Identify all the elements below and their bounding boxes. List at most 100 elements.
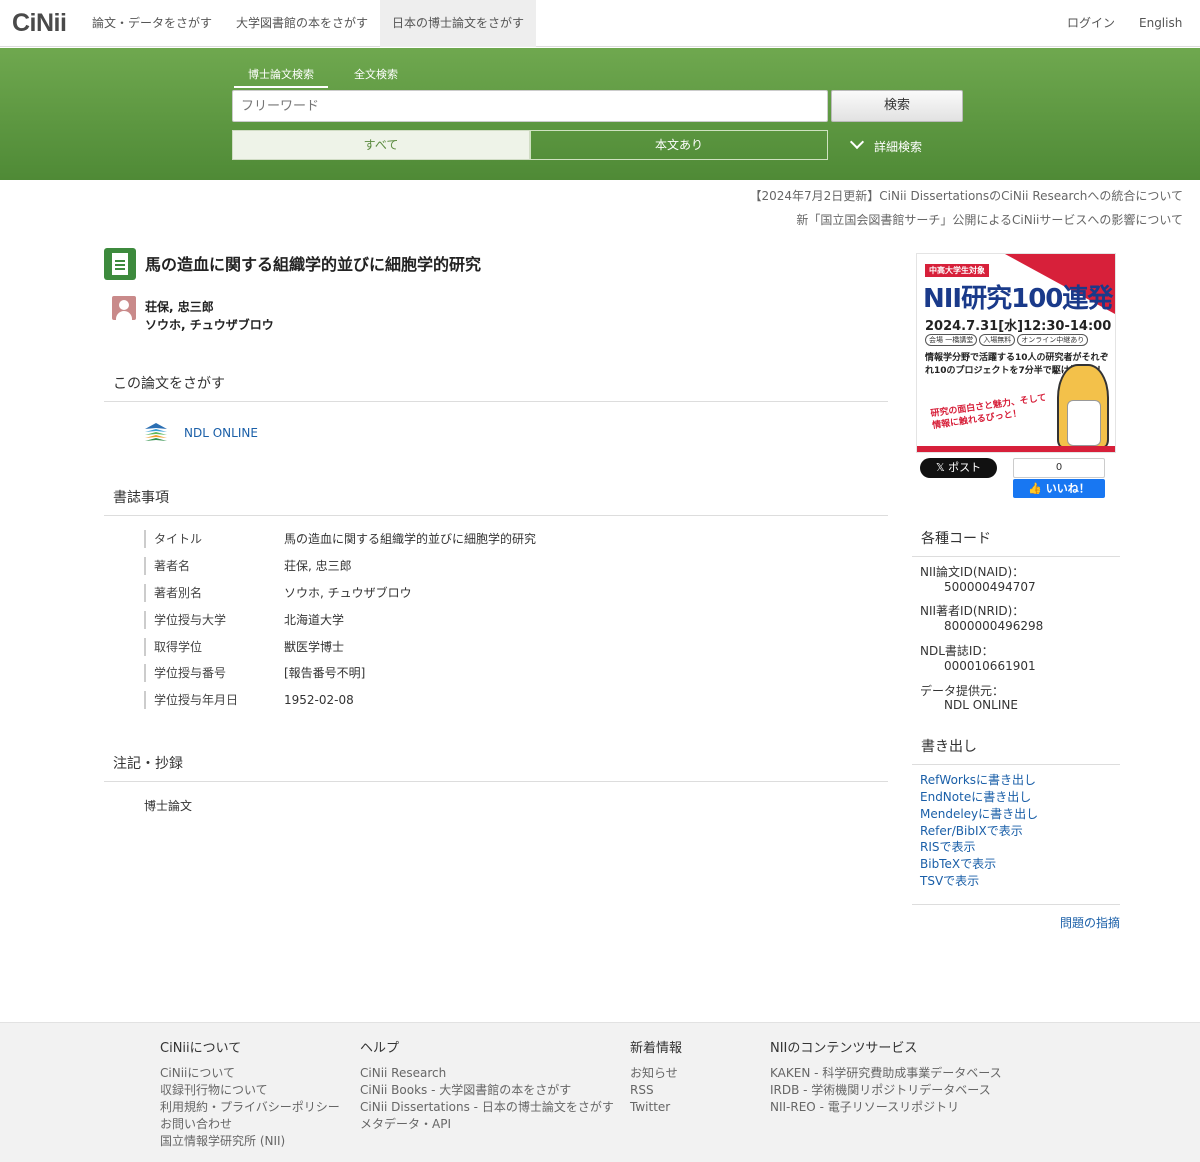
banner-bottom-stripe	[917, 446, 1115, 452]
export-refer-link[interactable]: Refer/BibIXで表示	[920, 822, 1023, 839]
code-value-nrid: 8000000496298	[944, 619, 1044, 633]
like-label: いいね！	[1045, 482, 1090, 495]
x-post-label: ポスト	[948, 461, 982, 474]
tab-articles[interactable]: 論文・データをさがす	[80, 0, 224, 47]
export-tsv-link[interactable]: TSVで表示	[920, 872, 979, 889]
code-label-ndl: NDL書誌ID：	[920, 644, 994, 658]
like-button[interactable]: 👍 いいね！	[1013, 479, 1105, 498]
ndl-logo-icon	[145, 423, 167, 441]
author-avatar-icon	[112, 296, 136, 320]
banner-tag: 中高大学生対象	[925, 264, 989, 277]
author-kana: ソウホ, チュウザブロウ	[145, 318, 274, 332]
biblio-label-title: タイトル	[144, 530, 202, 548]
tab-fulltext-search[interactable]: 全文検索	[354, 66, 398, 82]
footer-link[interactable]: 国立情報学研究所 (NII)	[160, 1133, 340, 1150]
footer-heading: NIIのコンテンツサービス	[770, 1041, 918, 1056]
footer-link[interactable]: お問い合わせ	[160, 1116, 340, 1133]
biblio-value-title: 馬の造血に関する組織学的並びに細胞学的研究	[284, 532, 537, 546]
export-bibtex-link[interactable]: BibTeXで表示	[920, 855, 996, 872]
code-label-source: データ提供元：	[920, 684, 1005, 698]
footer-link[interactable]: お知らせ	[630, 1065, 682, 1082]
footer-column-news: 新着情報 お知らせ RSS Twitter	[630, 1037, 682, 1116]
export-endnote-link[interactable]: EndNoteに書き出し	[920, 788, 1031, 805]
code-value-naid: 500000494707	[944, 580, 1036, 594]
footer-link[interactable]: IRDB - 学術機関リポジトリデータベース	[770, 1082, 1002, 1099]
biblio-label-university: 学位授与大学	[144, 611, 226, 629]
biblio-label-author-alt: 著者別名	[144, 584, 202, 602]
thumbs-up-icon: 👍	[1028, 482, 1042, 495]
code-label-naid: NII論文ID(NAID)：	[920, 565, 1025, 579]
footer-link[interactable]: 利用規約・プライバシーポリシー	[160, 1099, 340, 1116]
tab-dissertation-search[interactable]: 博士論文検索	[234, 66, 328, 88]
notes-text: 博士論文	[144, 799, 193, 813]
footer-link[interactable]: NII-REO - 電子リソースリポジトリ	[770, 1099, 1002, 1116]
search-input[interactable]	[232, 90, 828, 122]
footer-link[interactable]: CiNii Books - 大学図書館の本をさがす	[360, 1082, 614, 1099]
tab-books[interactable]: 大学図書館の本をさがす	[224, 0, 380, 47]
find-section-heading: この論文をさがす	[104, 373, 888, 402]
footer-link[interactable]: メタデータ・API	[360, 1116, 614, 1133]
chevron-down-icon	[849, 134, 865, 150]
advanced-search-label: 詳細検索	[874, 140, 923, 154]
banner-title: NII研究100連発	[923, 284, 1113, 314]
login-link[interactable]: ログイン	[1067, 0, 1115, 47]
notice-link[interactable]: 新「国立国会図書館サーチ」公開によるCiNiiサービスへの影響について	[796, 211, 1183, 228]
footer-link[interactable]: 収録刊行物について	[160, 1082, 340, 1099]
page-title: 馬の造血に関する組織学的並びに細胞学的研究	[145, 255, 482, 274]
author-name[interactable]: 荘保, 忠三郎	[145, 298, 214, 315]
footer-link[interactable]: CiNii Research	[360, 1065, 614, 1082]
report-issue-link[interactable]: 問題の指摘	[1060, 914, 1120, 931]
footer: CiNiiについて CiNiiについて 収録刊行物について 利用規約・プライバシ…	[0, 1022, 1200, 1162]
filter-all[interactable]: すべて	[232, 130, 530, 160]
biblio-value-university: 北海道大学	[284, 613, 345, 627]
banner-pill: 入場無料	[979, 334, 1016, 346]
x-post-button[interactable]: 𝕏 ポスト	[920, 458, 997, 478]
footer-link[interactable]: RSS	[630, 1082, 682, 1099]
language-link[interactable]: English	[1139, 0, 1182, 47]
banner-tagline: 研究の面白さと魅力、そして情報に触れるびっと！	[930, 393, 1048, 432]
biblio-label-date: 学位授与年月日	[144, 691, 238, 709]
code-label-nrid: NII著者ID(NRID)：	[920, 604, 1025, 618]
footer-link[interactable]: Twitter	[630, 1099, 682, 1116]
banner-date: 2024.7.31[水]12:30-14:00	[925, 319, 1112, 334]
advanced-search-toggle[interactable]: 詳細検索	[848, 134, 923, 155]
filter-fulltext[interactable]: 本文あり	[530, 130, 828, 160]
notes-section-heading: 注記・抄録	[104, 753, 888, 782]
biblio-label-degree-number: 学位授与番号	[144, 664, 226, 682]
banner-pill: 会場 一橋講堂	[925, 334, 978, 346]
biblio-value-degree: 獣医学博士	[284, 640, 345, 654]
export-ris-link[interactable]: RISで表示	[920, 838, 976, 855]
footer-column-help: ヘルプ CiNii Research CiNii Books - 大学図書館の本…	[360, 1037, 614, 1133]
banner-pill: オンライン中継あり	[1017, 334, 1089, 346]
footer-link[interactable]: CiNiiについて	[160, 1065, 340, 1082]
event-banner[interactable]: 中高大学生対象 NII研究100連発 2024.7.31[水]12:30-14:…	[916, 253, 1116, 453]
export-refworks-link[interactable]: RefWorksに書き出し	[920, 771, 1036, 788]
like-count: 0	[1013, 458, 1105, 478]
biblio-value-date: 1952-02-08	[284, 693, 354, 707]
footer-link[interactable]: KAKEN - 科学研究費助成事業データベース	[770, 1065, 1002, 1082]
search-button[interactable]: 検索	[831, 90, 963, 122]
biblio-label-degree: 取得学位	[144, 638, 202, 656]
footer-column-services: NIIのコンテンツサービス KAKEN - 科学研究費助成事業データベース IR…	[770, 1037, 1002, 1116]
banner-pills: 会場 一橋講堂 入場無料 オンライン中継あり	[925, 334, 1090, 346]
code-value-ndl: 000010661901	[944, 659, 1036, 673]
biblio-value-degree-number: [報告番号不明]	[284, 666, 366, 680]
cinii-logo[interactable]: CiNii	[12, 9, 67, 38]
codes-heading: 各種コード	[912, 528, 1120, 557]
document-icon	[104, 248, 136, 280]
tab-dissertations[interactable]: 日本の博士論文をさがす	[380, 0, 537, 47]
biblio-section-heading: 書誌事項	[104, 487, 888, 516]
ndl-online-link[interactable]: NDL ONLINE	[184, 426, 258, 440]
footer-heading: 新着情報	[630, 1041, 683, 1056]
biblio-label-author: 著者名	[144, 557, 190, 575]
footer-column-about: CiNiiについて CiNiiについて 収録刊行物について 利用規約・プライバシ…	[160, 1037, 340, 1150]
notice-link[interactable]: 【2024年7月2日更新】CiNii DissertationsのCiNii R…	[749, 187, 1183, 204]
export-mendeley-link[interactable]: Mendeleyに書き出し	[920, 805, 1038, 822]
code-value-source: NDL ONLINE	[944, 698, 1018, 712]
footer-link[interactable]: CiNii Dissertations - 日本の博士論文をさがす	[360, 1099, 614, 1116]
footer-heading: ヘルプ	[360, 1041, 400, 1056]
biblio-value-author-alt: ソウホ, チュウザブロウ	[284, 586, 412, 600]
top-navigation: CiNii 論文・データをさがす 大学図書館の本をさがす 日本の博士論文をさがす…	[0, 0, 1200, 47]
biblio-value-author[interactable]: 荘保, 忠三郎	[284, 557, 352, 575]
sidebar-divider	[912, 904, 1120, 905]
